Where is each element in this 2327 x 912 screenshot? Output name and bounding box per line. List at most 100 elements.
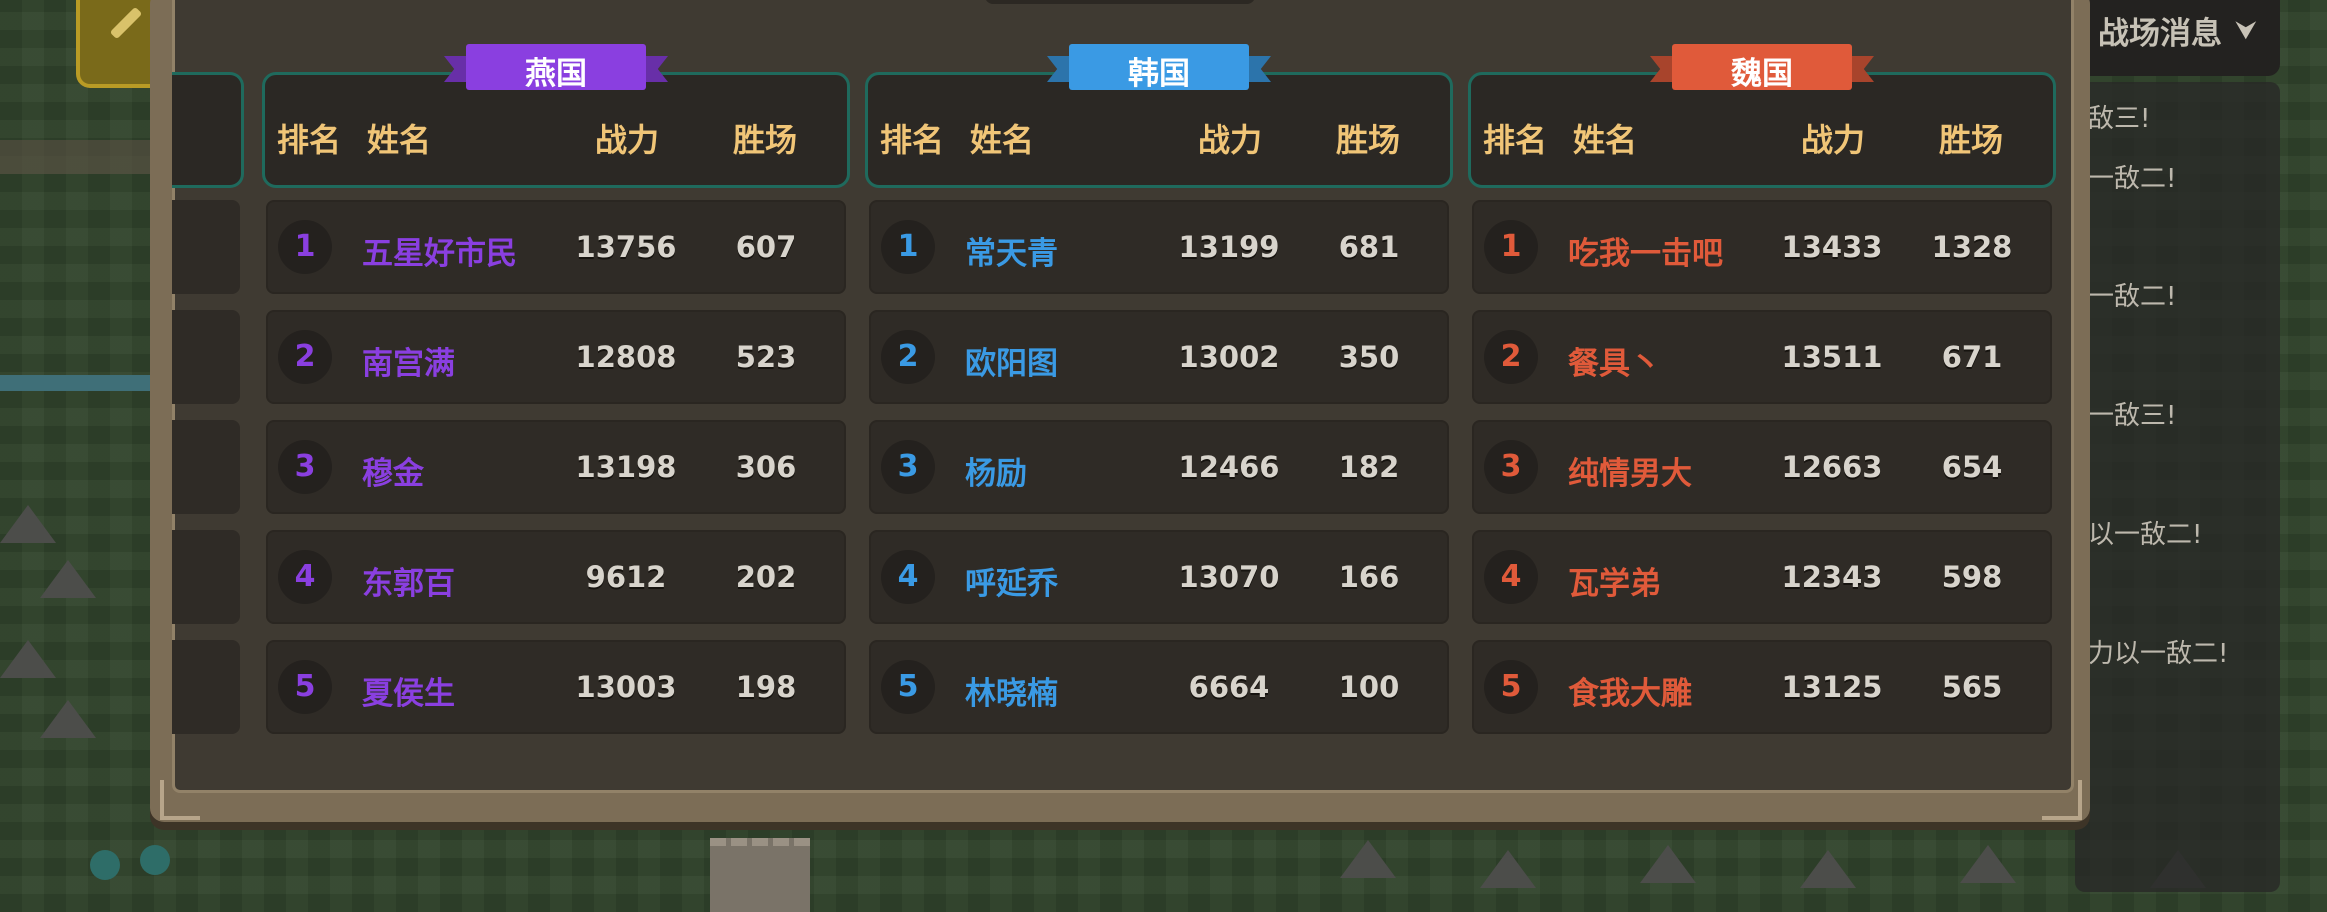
ranking-row[interactable]: 2 南宫满 12808 523	[266, 310, 846, 404]
player-wins: 654	[1941, 450, 2003, 484]
player-wins: 100	[1338, 670, 1400, 704]
battle-messages-title: 战场消息	[2098, 16, 2222, 52]
ranking-row[interactable]: 4 瓦学弟 12343 598	[1472, 530, 2052, 624]
player-wins: 182	[1338, 450, 1400, 484]
tree-tile	[140, 845, 170, 875]
ranking-row[interactable]: 3 杨励 12466 182	[869, 420, 1449, 514]
player-name: 东郭百	[362, 566, 455, 602]
player-wins: 306	[735, 450, 797, 484]
rock-tile	[1340, 840, 1396, 878]
castle-tile	[710, 838, 810, 912]
player-name: 食我大雕	[1568, 676, 1692, 712]
player-power: 13125	[1781, 670, 1883, 704]
header-wins: 胜场	[1939, 121, 2004, 159]
faction-name: 韩国	[1128, 56, 1190, 92]
player-power: 13756	[575, 230, 677, 264]
player-name: 瓦学弟	[1568, 566, 1661, 602]
faction-name: 魏国	[1731, 56, 1793, 92]
ranking-row[interactable]: 3 纯情男大 12663 654	[1472, 420, 2052, 514]
rank-badge: 2	[1484, 330, 1538, 384]
ranking-row[interactable]: 2 欧阳图 13002 350	[869, 310, 1449, 404]
chevron-down-icon[interactable]: ⮟	[2235, 16, 2257, 47]
player-name: 五星好市民	[362, 236, 517, 272]
message-line: 力以一敌二!	[2088, 639, 2229, 669]
rock-tile	[1800, 850, 1856, 888]
rank-badge: 1	[1484, 220, 1538, 274]
header-rank: 排名	[277, 121, 342, 159]
ranking-row[interactable]: 4 呼延乔 13070 166	[869, 530, 1449, 624]
hidden-faction-row	[172, 200, 240, 294]
player-power: 13002	[1178, 340, 1280, 374]
hidden-faction-row	[172, 310, 240, 404]
player-name: 餐具丶	[1568, 346, 1661, 382]
ranking-row[interactable]: 5 夏侯生 13003 198	[266, 640, 846, 734]
ranking-row[interactable]: 1 常天青 13199 681	[869, 200, 1449, 294]
header-wins: 胜场	[733, 121, 798, 159]
player-name: 纯情男大	[1568, 456, 1692, 492]
rank-badge: 3	[278, 440, 332, 494]
player-power: 13003	[575, 670, 677, 704]
player-wins: 198	[735, 670, 797, 704]
rock-tile	[1480, 850, 1536, 888]
rank-badge: 4	[1484, 550, 1538, 604]
ranking-row[interactable]: 2 餐具丶 13511 671	[1472, 310, 2052, 404]
player-name: 吃我一击吧	[1568, 236, 1723, 272]
player-wins: 202	[735, 560, 797, 594]
rank-badge: 4	[881, 550, 935, 604]
rock-tile	[0, 640, 56, 678]
player-power: 12808	[575, 340, 677, 374]
player-wins: 681	[1338, 230, 1400, 264]
player-name: 常天青	[965, 236, 1058, 272]
player-name: 夏侯生	[362, 676, 455, 712]
player-wins: 1328	[1931, 230, 2013, 264]
message-line: 一敌三!	[2088, 401, 2177, 431]
rock-tile	[0, 505, 56, 543]
player-power: 13070	[1178, 560, 1280, 594]
rank-badge: 1	[881, 220, 935, 274]
player-name: 穆金	[362, 456, 424, 492]
header-power: 战力	[1198, 121, 1263, 159]
ranking-row[interactable]: 5 林晓楠 6664 100	[869, 640, 1449, 734]
rank-badge: 2	[278, 330, 332, 384]
header-name: 姓名	[970, 121, 1035, 159]
header-power: 战力	[595, 121, 660, 159]
message-line: 以一敌二!	[2088, 520, 2203, 550]
ranking-row[interactable]: 5 食我大雕 13125 565	[1472, 640, 2052, 734]
rank-badge: 5	[1484, 660, 1538, 714]
player-wins: 350	[1338, 340, 1400, 374]
ranking-row[interactable]: 1 吃我一击吧 13433 1328	[1472, 200, 2052, 294]
player-power: 12663	[1781, 450, 1883, 484]
player-wins: 598	[1941, 560, 2003, 594]
player-power: 6664	[1188, 670, 1270, 704]
header-rank: 排名	[880, 121, 945, 159]
player-power: 13198	[575, 450, 677, 484]
hidden-faction-header	[172, 72, 244, 188]
player-power: 12466	[1178, 450, 1280, 484]
player-power: 12343	[1781, 560, 1883, 594]
player-wins: 523	[735, 340, 797, 374]
rock-tile	[1960, 845, 2016, 883]
ranking-row[interactable]: 1 五星好市民 13756 607	[266, 200, 846, 294]
rank-badge: 2	[881, 330, 935, 384]
player-name: 欧阳图	[965, 346, 1058, 382]
header-name: 姓名	[367, 121, 432, 159]
rock-tile	[40, 560, 96, 598]
player-power: 9612	[585, 560, 667, 594]
player-wins: 166	[1338, 560, 1400, 594]
sword-icon	[109, 6, 143, 40]
battle-messages-panel	[2075, 82, 2280, 892]
tree-tile	[90, 850, 120, 880]
hidden-faction-row	[172, 530, 240, 624]
ranking-row[interactable]: 3 穆金 13198 306	[266, 420, 846, 514]
rank-badge: 3	[881, 440, 935, 494]
rock-tile	[40, 700, 96, 738]
rank-badge: 3	[1484, 440, 1538, 494]
rock-tile	[1640, 845, 1696, 883]
faction-ribbon: 燕国	[444, 44, 668, 92]
player-name: 呼延乔	[965, 566, 1058, 602]
player-wins: 607	[735, 230, 797, 264]
player-wins: 565	[1941, 670, 2003, 704]
player-power: 13199	[1178, 230, 1280, 264]
rank-badge: 5	[278, 660, 332, 714]
ranking-row[interactable]: 4 东郭百 9612 202	[266, 530, 846, 624]
